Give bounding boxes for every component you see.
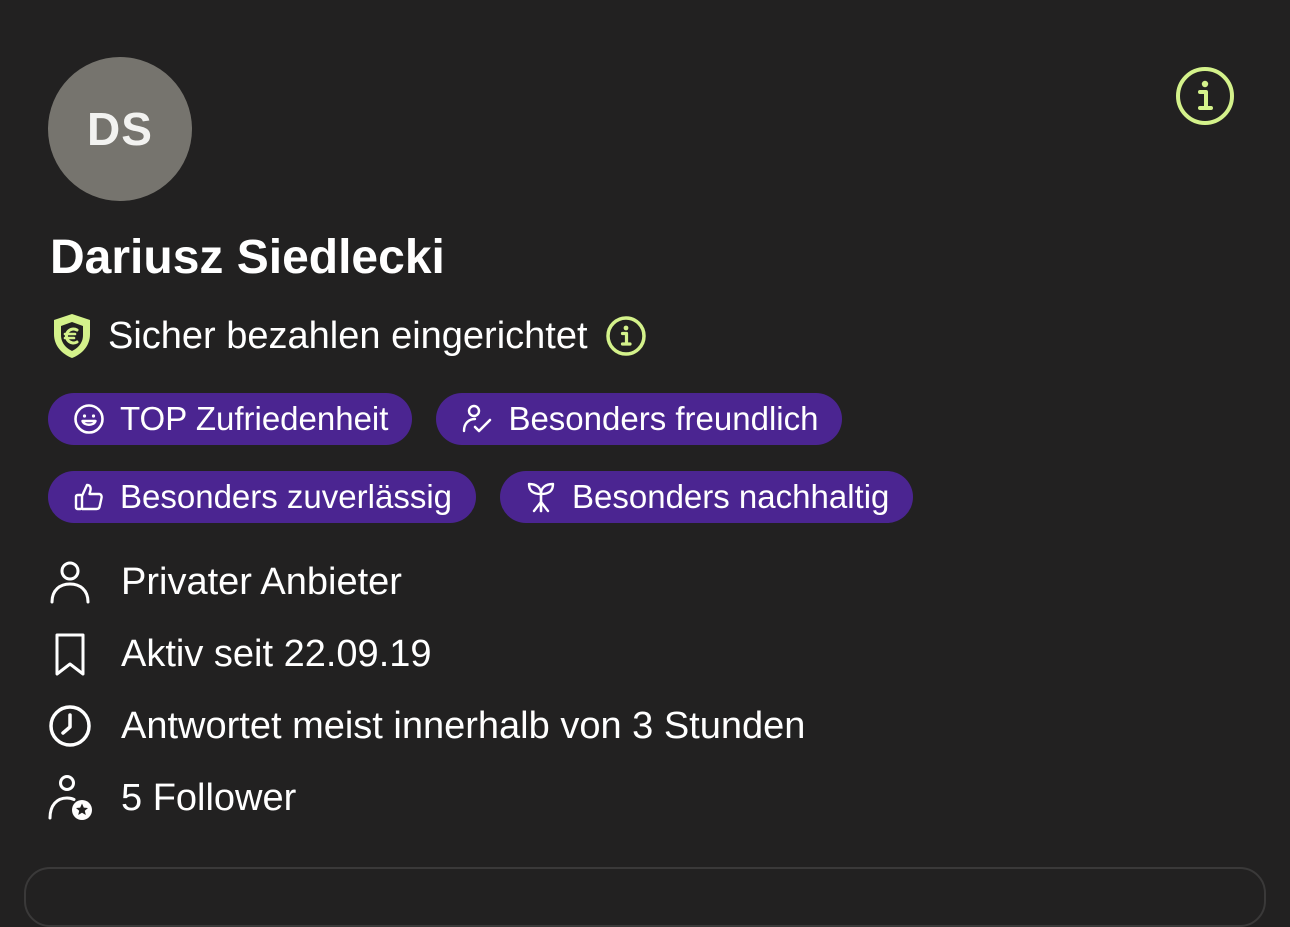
info-icon[interactable] bbox=[1173, 64, 1237, 128]
badge-besonders-nachhaltig[interactable]: Besonders nachhaltig bbox=[500, 471, 914, 523]
badge-besonders-freundlich[interactable]: Besonders freundlich bbox=[436, 393, 843, 445]
badge-label: Besonders zuverlässig bbox=[120, 478, 452, 515]
follower-icon bbox=[48, 775, 92, 820]
sprout-icon bbox=[527, 482, 555, 513]
badge-besonders-zuverlaessig[interactable]: Besonders zuverlässig bbox=[48, 471, 476, 523]
clock-icon bbox=[49, 705, 91, 747]
seller-name: Dariusz Siedlecki bbox=[50, 231, 445, 284]
badge-top-zufriedenheit[interactable]: TOP Zufriedenheit bbox=[48, 393, 413, 445]
bottom-card bbox=[24, 867, 1266, 927]
secure-payment-label: Sicher bezahlen eingerichtet bbox=[108, 314, 588, 357]
badge-label: Besonders freundlich bbox=[508, 400, 819, 437]
badge-label: Besonders nachhaltig bbox=[572, 478, 890, 515]
secure-payment-row: Sicher bezahlen eingerichtet bbox=[48, 310, 648, 362]
smiley-icon bbox=[74, 404, 104, 434]
meta-label: Privater Anbieter bbox=[121, 560, 402, 603]
avatar[interactable]: DS bbox=[48, 57, 192, 201]
thumbs-up-icon bbox=[74, 483, 103, 511]
badge-label: TOP Zufriedenheit bbox=[120, 400, 389, 437]
meta-response-time: Antwortet meist innerhalb von 3 Stunden bbox=[46, 698, 805, 754]
meta-active-since: Aktiv seit 22.09.19 bbox=[46, 626, 432, 682]
meta-followers[interactable]: 5 Follower bbox=[46, 770, 296, 826]
meta-label: Antwortet meist innerhalb von 3 Stunden bbox=[121, 704, 806, 747]
meta-label: 5 Follower bbox=[121, 776, 297, 819]
shield-euro-icon bbox=[54, 314, 90, 358]
meta-label: Aktiv seit 22.09.19 bbox=[121, 632, 432, 675]
avatar-initials: DS bbox=[87, 103, 153, 155]
person-check-icon bbox=[463, 404, 492, 433]
person-icon bbox=[50, 561, 90, 604]
meta-seller-type: Privater Anbieter bbox=[46, 554, 402, 610]
bookmark-icon bbox=[55, 633, 85, 676]
secure-payment-info-icon[interactable] bbox=[604, 314, 648, 358]
